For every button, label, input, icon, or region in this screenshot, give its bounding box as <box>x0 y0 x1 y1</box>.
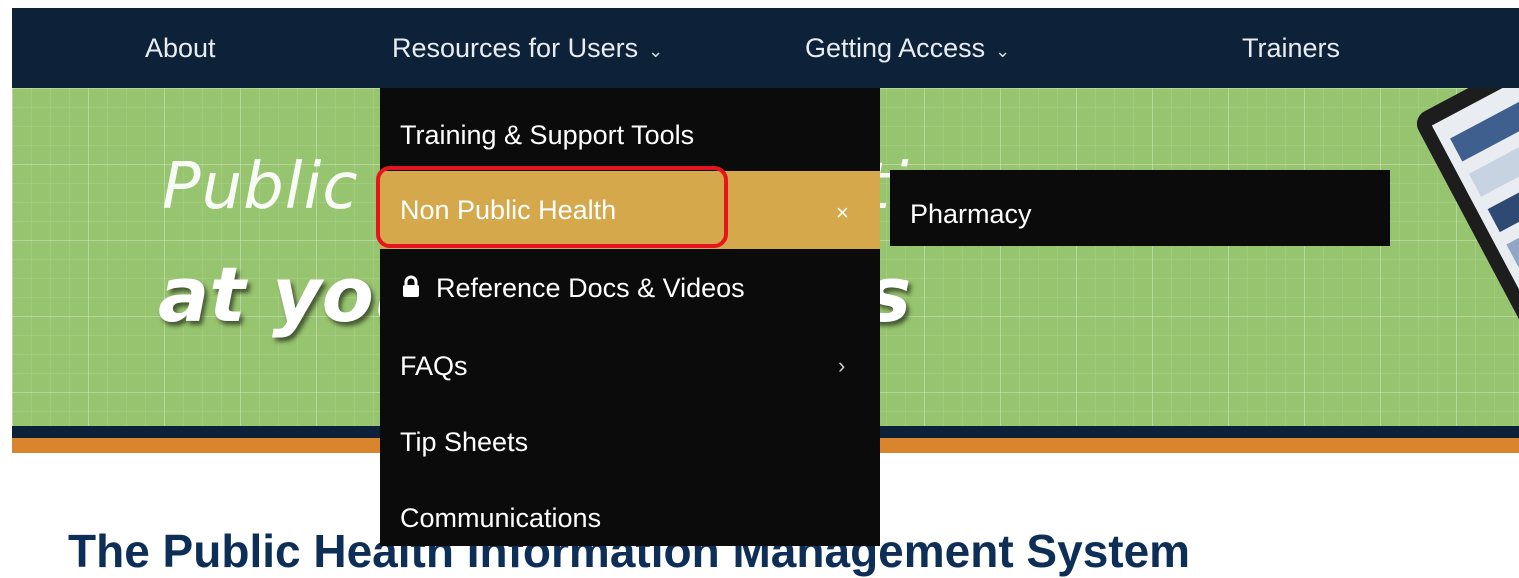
chevron-down-icon: ⌄ <box>648 41 664 61</box>
nav-item-label: Getting Access <box>805 33 986 63</box>
tablet-illustration <box>1412 88 1519 401</box>
menu-item-faqs[interactable]: FAQs › <box>380 327 880 405</box>
menu-item-label: FAQs <box>400 351 468 381</box>
nav-item-resources-for-users[interactable]: Resources for Users ⌄ <box>392 8 663 88</box>
lock-icon <box>400 249 422 327</box>
menu-item-label: Reference Docs & Videos <box>436 273 745 303</box>
close-icon: × <box>836 200 849 225</box>
resources-dropdown-menu: Training & Support Tools Non Public Heal… <box>380 88 880 546</box>
menu-item-label: Tip Sheets <box>400 427 529 457</box>
nav-item-label: Trainers <box>1242 33 1341 63</box>
nav-item-about[interactable]: About <box>145 8 216 88</box>
menu-item-label: Communications <box>400 503 602 533</box>
top-navigation: About Resources for Users ⌄ Getting Acces… <box>12 8 1519 88</box>
submenu-item-label: Pharmacy <box>910 199 1032 229</box>
menu-item-training-support-tools[interactable]: Training & Support Tools <box>380 96 880 174</box>
chevron-down-icon: ⌄ <box>995 41 1011 61</box>
menu-item-reference-docs-videos[interactable]: Reference Docs & Videos <box>380 249 880 327</box>
nav-item-label: Resources for Users <box>392 33 639 63</box>
menu-item-label: Training & Support Tools <box>400 120 695 150</box>
nav-item-getting-access[interactable]: Getting Access ⌄ <box>805 8 1010 88</box>
menu-item-tip-sheets[interactable]: Tip Sheets <box>380 403 880 481</box>
menu-item-communications[interactable]: Communications <box>380 479 880 557</box>
nav-item-label: About <box>145 33 216 63</box>
menu-item-label: Non Public Health <box>400 195 617 225</box>
menu-item-non-public-health[interactable]: Non Public Health × <box>380 171 880 249</box>
submenu-item-pharmacy[interactable]: Pharmacy <box>890 170 1390 246</box>
non-public-health-submenu: Pharmacy <box>890 170 1390 246</box>
nav-item-trainers[interactable]: Trainers <box>1242 8 1340 88</box>
chevron-right-icon: › <box>838 353 846 378</box>
